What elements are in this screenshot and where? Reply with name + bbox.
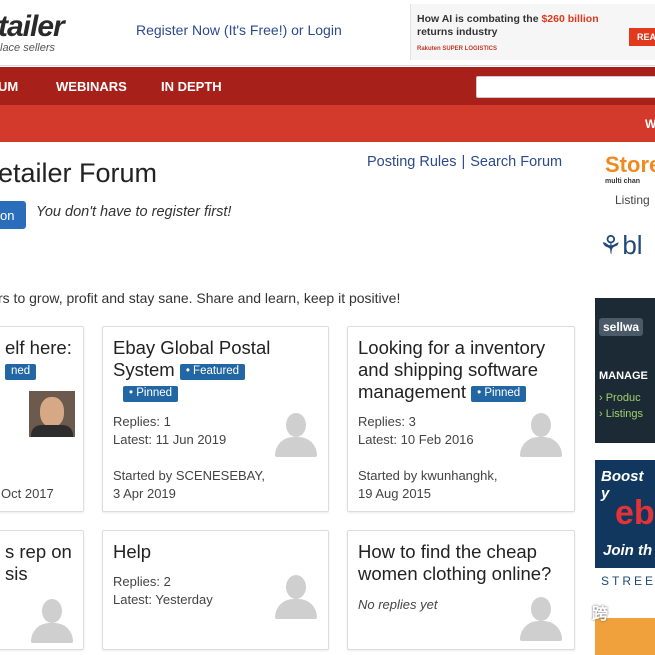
topic-meta: Replies: 1 Latest: 11 Jun 2019 xyxy=(113,413,226,449)
posting-rules-link[interactable]: Posting Rules xyxy=(367,154,456,170)
topic-card[interactable]: elf here: ned Oct 2017 xyxy=(0,326,84,512)
topic-meta: Replies: 2 Latest: Yesterday xyxy=(113,573,213,609)
join-button[interactable]: on xyxy=(0,201,26,229)
replies-count: Replies: 2 xyxy=(113,574,171,589)
topic-title[interactable]: Help xyxy=(113,541,151,563)
topic-card[interactable]: Ebay Global Postal System • Featured • P… xyxy=(102,326,329,512)
sellwa-list: › Produc › Listings xyxy=(599,392,644,420)
page-title: etailer Forum xyxy=(0,158,158,188)
site-logo-subtitle: lace sellers xyxy=(0,42,56,54)
avatar[interactable] xyxy=(29,599,75,645)
replies-count: Replies: 3 xyxy=(358,414,416,429)
avatar[interactable] xyxy=(273,413,319,459)
no-replies: No replies yet xyxy=(358,597,438,612)
topic-card[interactable]: Help Replies: 2 Latest: Yesterday xyxy=(102,530,329,650)
forum-tagline: rs to grow, profit and stay sane. Share … xyxy=(0,290,401,306)
tree-icon: ⚘ xyxy=(599,230,623,260)
topic-title[interactable]: elf here: ned xyxy=(5,337,72,381)
no-register-note: You don't have to register first! xyxy=(36,204,232,220)
topic-title[interactable]: How to find the cheap women clothing onl… xyxy=(358,541,551,585)
search-forum-link[interactable]: Search Forum xyxy=(470,154,562,170)
topic-title[interactable]: Looking for a inventory and shipping sof… xyxy=(358,337,545,403)
featured-badge: • Featured xyxy=(179,364,246,380)
sellwa-manage: MANAGE xyxy=(599,370,648,382)
forum-links: Posting Rules | Search Forum xyxy=(367,154,562,170)
pinned-badge: ned xyxy=(5,364,37,380)
topic-card[interactable]: s rep on sis xyxy=(0,530,84,650)
subnav-item[interactable]: W xyxy=(645,117,655,131)
avatar[interactable] xyxy=(518,597,564,643)
link-separator: | xyxy=(461,154,466,170)
sidebar-ads: Store multi chan Listing ⚘bl sellwa MANA… xyxy=(595,142,655,655)
avatar[interactable] xyxy=(273,575,319,621)
sellwa-ad[interactable]: sellwa MANAGE › Produc › Listings xyxy=(595,298,655,443)
topic-card[interactable]: How to find the cheap women clothing onl… xyxy=(347,530,575,650)
started-by: Started by kwunhanghk, 19 Aug 2015 xyxy=(358,468,498,501)
topic-card[interactable]: Looking for a inventory and shipping sof… xyxy=(347,326,575,512)
nav-item-in-depth[interactable]: IN DEPTH xyxy=(161,79,222,94)
listing-text: Listing xyxy=(615,193,650,207)
started-by: Started by SCENESEBAY, 3 Apr 2019 xyxy=(113,468,265,501)
avatar[interactable] xyxy=(518,413,564,459)
storex-subtitle: multi chan xyxy=(605,178,641,185)
register-login-link[interactable]: Register Now (It's Free!) or Login xyxy=(136,22,342,38)
bl-ad[interactable]: ⚘bl xyxy=(599,230,643,261)
nav-item-forum[interactable]: UM xyxy=(0,79,18,94)
sellwa-logo: sellwa xyxy=(599,318,644,336)
site-header: tailer lace sellers Register Now (It's F… xyxy=(0,0,655,66)
topic-meta: Replies: 3 Latest: 10 Feb 2016 xyxy=(358,413,474,449)
ad-read-button[interactable]: REA xyxy=(629,28,655,46)
street-ad[interactable]: STREE xyxy=(601,574,655,588)
started-date: Oct 2017 xyxy=(1,486,54,501)
ebay-boost-ad[interactable]: Boost y eb Join th xyxy=(595,460,655,568)
pinned-badge: • Pinned xyxy=(123,386,179,402)
ebay-logo: eb xyxy=(615,494,655,532)
replies-count: Replies: 1 xyxy=(113,414,171,429)
latest-date: Latest: 10 Feb 2016 xyxy=(358,432,474,447)
storex-ad[interactable]: Store xyxy=(605,152,655,178)
watermark: 跨 xyxy=(592,606,609,623)
search-input[interactable] xyxy=(476,76,655,98)
join-text: Join th xyxy=(603,542,653,559)
nav-item-webinars[interactable]: WEBINARS xyxy=(56,79,127,94)
topic-title[interactable]: Ebay Global Postal System • Featured • P… xyxy=(113,337,270,403)
top-banner-ad[interactable]: How AI is combating the $260 billion ret… xyxy=(410,4,655,60)
latest-date: Latest: Yesterday xyxy=(113,592,213,607)
site-logo[interactable]: tailer xyxy=(0,10,65,44)
ad-brand: Rakuten SUPER LOGISTICS xyxy=(417,46,498,52)
sub-nav: W xyxy=(0,105,655,142)
main-nav: UM WEBINARS IN DEPTH xyxy=(0,67,655,105)
ad-headline: How AI is combating the $260 billion ret… xyxy=(417,13,599,38)
avatar[interactable] xyxy=(29,391,75,437)
pinned-badge: • Pinned xyxy=(471,386,527,402)
latest-date: Latest: 11 Jun 2019 xyxy=(113,432,227,447)
topic-title[interactable]: s rep on sis xyxy=(5,541,72,585)
